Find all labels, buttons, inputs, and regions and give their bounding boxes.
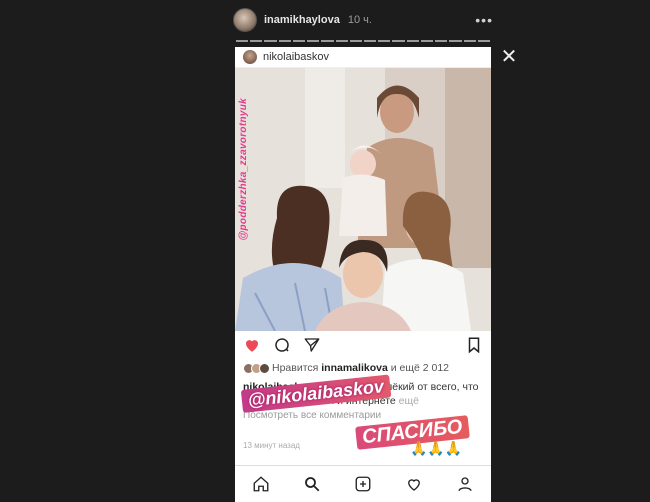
add-post-icon[interactable] [354,475,372,493]
story-progress-segment [236,40,249,42]
caption-more-link[interactable]: ещё [399,395,419,407]
share-icon[interactable] [303,336,321,354]
family-photo-illustration [235,68,491,331]
story-progress-segment [307,40,320,42]
profile-icon[interactable] [456,475,474,493]
story-progress-segment [477,40,490,42]
praying-hands-emoji: 🙏🙏🙏 [410,440,463,456]
story-progress-segment [463,40,476,42]
home-icon[interactable] [252,475,270,493]
likers-avatars [243,362,270,374]
close-icon[interactable]: ✕ [500,47,518,67]
post-actions [235,331,491,359]
story-progress-segment [420,40,434,42]
likes-user[interactable]: innamalikova [321,362,388,374]
story-progress-segment [406,40,419,42]
story-progress-segment [435,40,448,42]
activity-heart-icon[interactable] [405,475,423,493]
bottom-navigation [235,465,491,502]
comment-icon[interactable] [273,336,291,354]
story-progress-segment [292,40,306,42]
bookmark-icon[interactable] [465,336,483,354]
search-icon[interactable] [303,475,321,493]
story-header: inamikhaylova 10 ч. ••• [233,8,493,32]
story-progress-segment [349,40,362,42]
story-progress-segment [378,40,391,42]
story-progress-segment [264,40,277,42]
post-username[interactable]: nikolaibaskov [263,51,329,63]
story-progress-segment [278,40,291,42]
story-progress-segment [363,40,377,42]
photo-watermark: @podderzhka_zzavorotnyuk [238,98,249,241]
likes-prefix: Нравится [272,362,319,374]
story-progress-segment [321,40,334,42]
story-username[interactable]: inamikhaylova [264,14,340,26]
story-progress-segment [335,40,348,42]
like-heart-icon[interactable] [243,336,261,354]
story-avatar[interactable] [233,8,257,32]
story-progress-segment [392,40,405,42]
post-avatar[interactable] [243,50,257,64]
post-photo[interactable]: @podderzhka_zzavorotnyuk [235,68,491,331]
story-progress-segment [250,40,263,42]
post-header: nikolaibaskov [235,47,491,68]
likes-row[interactable]: Нравится innamalikova и ещё 2 012 [235,359,491,377]
more-dots-icon[interactable]: ••• [475,12,493,28]
likes-suffix: и ещё 2 012 [390,362,450,374]
story-progress-segment [449,40,462,42]
story-time: 10 ч. [347,14,372,26]
story-progress-bar [236,40,490,42]
